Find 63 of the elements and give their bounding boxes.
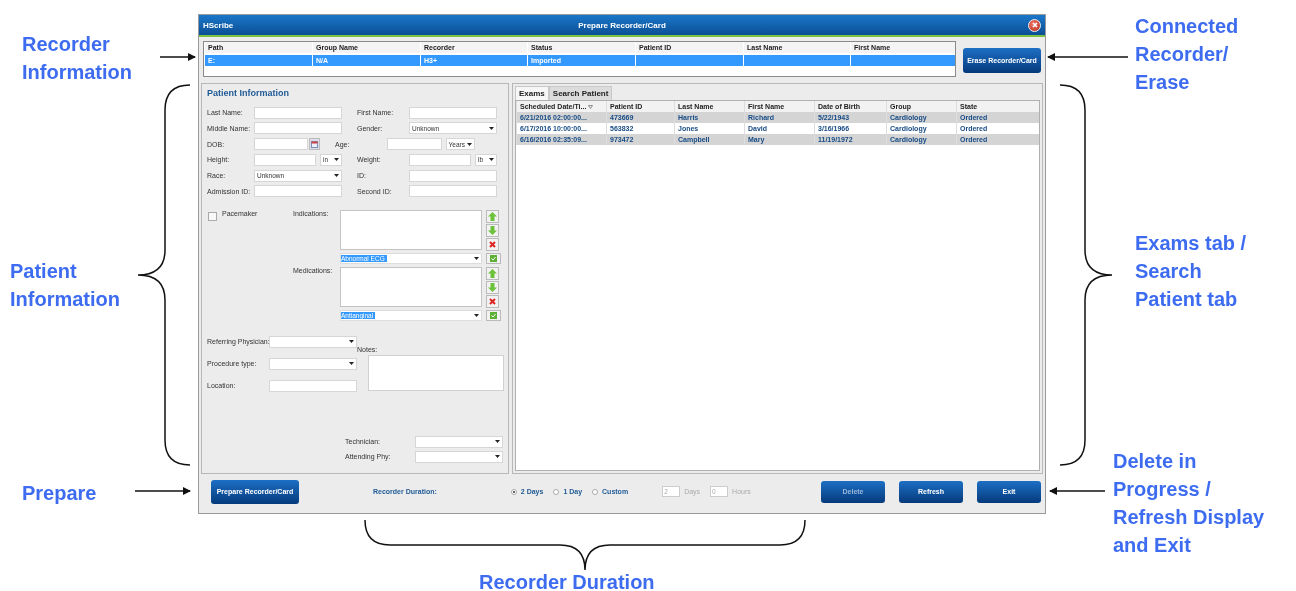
remove-button[interactable]: [486, 295, 499, 308]
calendar-button[interactable]: [309, 138, 320, 151]
x-icon: [489, 298, 496, 305]
dropdown[interactable]: [269, 336, 357, 348]
dropdown[interactable]: [415, 436, 503, 448]
number-field[interactable]: [409, 153, 471, 166]
arrow: [134, 487, 191, 495]
x-icon: [489, 241, 496, 248]
callout-label: Recorder Duration: [479, 570, 655, 591]
text-field[interactable]: [254, 106, 342, 119]
calendar-icon: [311, 140, 318, 148]
caret-icon: [489, 158, 494, 162]
caret-icon: [334, 174, 339, 178]
text-field[interactable]: [409, 169, 497, 182]
dropdown[interactable]: [415, 451, 503, 463]
text-field[interactable]: [409, 106, 497, 119]
tab[interactable]: Exams: [515, 86, 549, 100]
pacemaker-checkbox[interactable]: [208, 212, 217, 221]
close-button[interactable]: [1028, 18, 1041, 32]
add-button[interactable]: [486, 253, 501, 264]
caret-icon: [349, 362, 354, 366]
move-up-button[interactable]: [486, 267, 499, 280]
text-field[interactable]: [254, 185, 342, 198]
callout-label: Patient Information: [10, 259, 120, 312]
callout-label: Recorder Information: [22, 32, 132, 85]
section-title: Patient Information: [207, 88, 290, 98]
caret-icon: [474, 314, 479, 317]
arrow-up-icon: [488, 212, 497, 221]
notes-field[interactable]: [368, 355, 504, 391]
caret-icon: [474, 257, 479, 260]
add-button[interactable]: [486, 310, 501, 321]
move-up-button[interactable]: [486, 210, 499, 223]
caret-icon: [489, 126, 494, 130]
text-field[interactable]: [269, 380, 357, 392]
tab[interactable]: Search Patient: [548, 86, 613, 100]
text-field[interactable]: [409, 185, 497, 198]
move-down-button[interactable]: [486, 281, 499, 294]
arrow: [159, 53, 196, 61]
callout-label: Exams tab / Search Patient tab: [1135, 231, 1247, 312]
text-field[interactable]: [254, 122, 342, 135]
move-down-button[interactable]: [486, 224, 499, 237]
window-title: Prepare Recorder/Card: [578, 20, 666, 30]
callout-label: Delete in Progress / Refresh Display and Exit: [1113, 449, 1265, 558]
arrow-down-icon: [488, 283, 497, 292]
arrow-down-icon: [488, 226, 497, 235]
check-icon: [490, 312, 497, 319]
caret-icon: [334, 158, 339, 162]
callout-label: Connected Recorder/ Erase: [1135, 14, 1239, 95]
number-field[interactable]: [254, 153, 316, 166]
callout-label: Prepare: [22, 481, 97, 506]
close-icon: [1031, 22, 1038, 28]
caret-icon: [349, 340, 354, 344]
number-field[interactable]: [387, 138, 442, 151]
date-field[interactable]: [254, 138, 308, 151]
arrow: [1049, 487, 1106, 495]
caret-icon: [467, 142, 472, 146]
remove-button[interactable]: [486, 238, 499, 251]
app-name: HScribe: [203, 20, 234, 30]
check-icon: [490, 255, 497, 262]
arrow-up-icon: [488, 269, 497, 278]
caret-icon: [495, 455, 500, 459]
dropdown[interactable]: [269, 358, 357, 370]
caret-icon: [495, 440, 500, 444]
